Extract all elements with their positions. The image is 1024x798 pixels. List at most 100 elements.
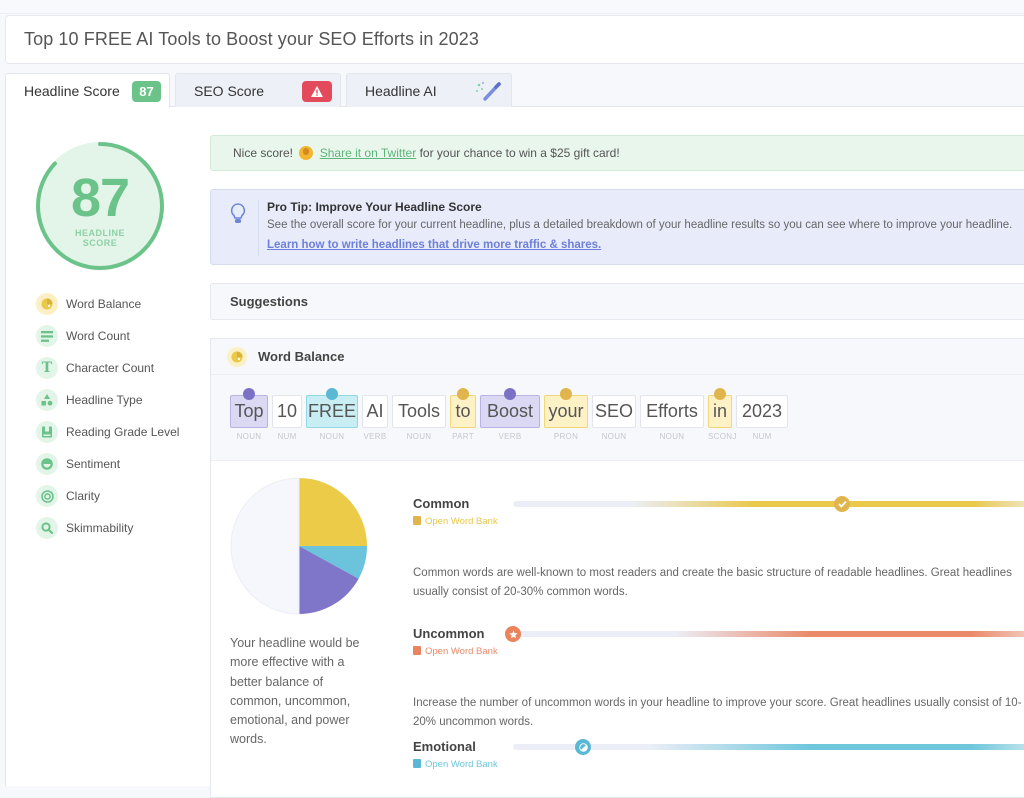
metric-range-bar [505,626,1024,642]
share-twitter-link[interactable]: Share it on Twitter [320,146,417,160]
book-icon [36,421,58,443]
metric-uncommon: Uncommon Open Word Bank [413,626,1024,666]
word-balance-title: Word Balance [258,349,345,364]
tab-label: SEO Score [194,82,265,99]
metric-value-knob-check-icon [834,496,851,512]
shapes-icon [36,389,58,411]
headline-word[interactable]: Efforts [640,395,704,428]
tab-label: Headline Score [24,83,120,99]
book-icon [413,516,421,525]
magic-wand-icon [473,80,503,105]
banner-suffix: for your chance to win a $25 gift card! [419,146,620,160]
power-word-marker-icon [243,388,255,400]
word-balance-summary: Your headline would be more effective wi… [230,636,360,747]
open-word-bank-link[interactable]: Open Word Bank [413,516,498,527]
part-of-speech-label: NOUN [406,432,432,441]
metric-name: Common [413,496,470,511]
sidebar-item-label: Skimmability [66,521,134,535]
word-balance-header[interactable]: Word Balance [211,339,1024,375]
target-icon [36,485,58,507]
word-text: 10 [276,401,298,421]
sidebar-item-skimmability[interactable]: Skimmability [36,512,206,544]
metric-description: Increase the number of uncommon words in… [413,697,1022,728]
word-text: Tools [397,401,441,421]
headline-words: Top NOUN 10 NUM FREE NOUN AI VERB Tools NOUN to PAR… [211,375,1024,461]
book-icon [413,646,421,655]
part-of-speech-label: NUM [277,432,297,441]
part-of-speech-label: PRON [553,432,579,441]
headline-word[interactable]: FREE [306,388,358,428]
headline-word[interactable]: Boost [480,388,540,428]
word-bank-label: Open Word Bank [425,646,498,657]
book-icon [413,759,421,768]
sidebar-item-headline-type[interactable]: Headline Type [36,384,206,416]
word-text: to [455,401,471,421]
metric-value-knob-half-icon [575,739,592,755]
word-text: AI [366,401,384,421]
score-badge: 87 [132,81,161,102]
word-bank-label: Open Word Bank [425,759,498,770]
smile-icon [36,453,58,475]
common-word-marker-icon [457,388,469,400]
sidebar-item-label: Word Balance [66,297,142,311]
headline-word[interactable]: AI [362,395,388,428]
metric-name: Emotional [413,739,476,754]
sidebar-nav: Word Balance Word Count T Character Coun… [36,288,206,544]
tab-seo-score[interactable]: SEO Score [175,73,341,107]
open-word-bank-link[interactable]: Open Word Bank [413,759,498,770]
sidebar-item-label: Clarity [66,489,101,503]
tip-learn-link[interactable]: Learn how to write headlines that drive … [267,239,601,251]
tab-headline-ai[interactable]: Headline AI [346,73,512,107]
sidebar-item-word-count[interactable]: Word Count [36,320,206,352]
headline-input[interactable]: Top 10 FREE AI Tools to Boost your SEO E… [5,15,1024,64]
word-text: your [548,401,584,421]
tip-divider [258,200,259,256]
search-icon [36,517,58,539]
word-text: SEO [595,401,634,421]
pie-chart-icon [36,293,58,315]
tab-headline-score[interactable]: Headline Score 87 [5,73,170,108]
score-label-line1: HEADLINE [74,228,125,238]
power-word-marker-icon [504,388,516,400]
open-word-bank-link[interactable]: Open Word Bank [413,646,498,657]
common-word-marker-icon [560,388,572,400]
sidebar-item-word-balance[interactable]: Word Balance [36,288,206,320]
score-label: HEADLINE SCORE [34,228,166,248]
metric-emotional: Emotional Open Word Bank [413,739,1024,779]
lightbulb-icon [230,203,246,223]
pro-tip-box: Pro Tip: Improve Your Headline Score See… [210,189,1024,265]
top-strip [0,0,1024,14]
sidebar-item-label: Word Count [66,329,130,343]
headline-word[interactable]: SEO [592,395,636,428]
sidebar-item-reading-grade-level[interactable]: Reading Grade Level [36,416,206,448]
score-label-line2: SCORE [82,238,118,248]
letter-t-icon: T [36,357,58,379]
part-of-speech-label: PART [452,432,474,441]
sidebar-item-label: Character Count [66,361,155,375]
pie-slice-common [299,478,367,546]
sidebar-item-clarity[interactable]: Clarity [36,480,206,512]
suggestions-header[interactable]: Suggestions [210,283,1024,320]
headline-word[interactable]: Tools [392,395,446,428]
word-balance-card: Word Balance Top NOUN 10 NUM FREE NOUN AI VERB T… [210,338,1024,798]
pie-slice-remaining [230,477,300,615]
metric-name: Uncommon [413,626,485,641]
tab-label: Headline AI [365,82,437,99]
sidebar-item-character-count[interactable]: T Character Count [36,352,206,384]
headline-word[interactable]: your [544,388,588,428]
sidebar-item-label: Sentiment [66,457,121,471]
headline-word[interactable]: 2023 [736,395,788,428]
common-word-marker-icon [714,388,726,400]
headline-word[interactable]: to [450,388,476,428]
pie-chart-icon [227,347,247,367]
headline-word[interactable]: Top [230,388,268,428]
share-banner: Nice score! Share it on Twitter for your… [210,135,1024,171]
metric-range-bar [513,496,1024,512]
sidebar-item-sentiment[interactable]: Sentiment [36,448,206,480]
metric-description: Common words are well-known to most read… [413,567,1012,598]
part-of-speech-label: NOUN [659,432,685,441]
word-text: Top [234,401,264,421]
metric-range-bar [513,739,1024,755]
headline-word[interactable]: 10 [272,395,302,428]
headline-word[interactable]: in [708,388,732,428]
